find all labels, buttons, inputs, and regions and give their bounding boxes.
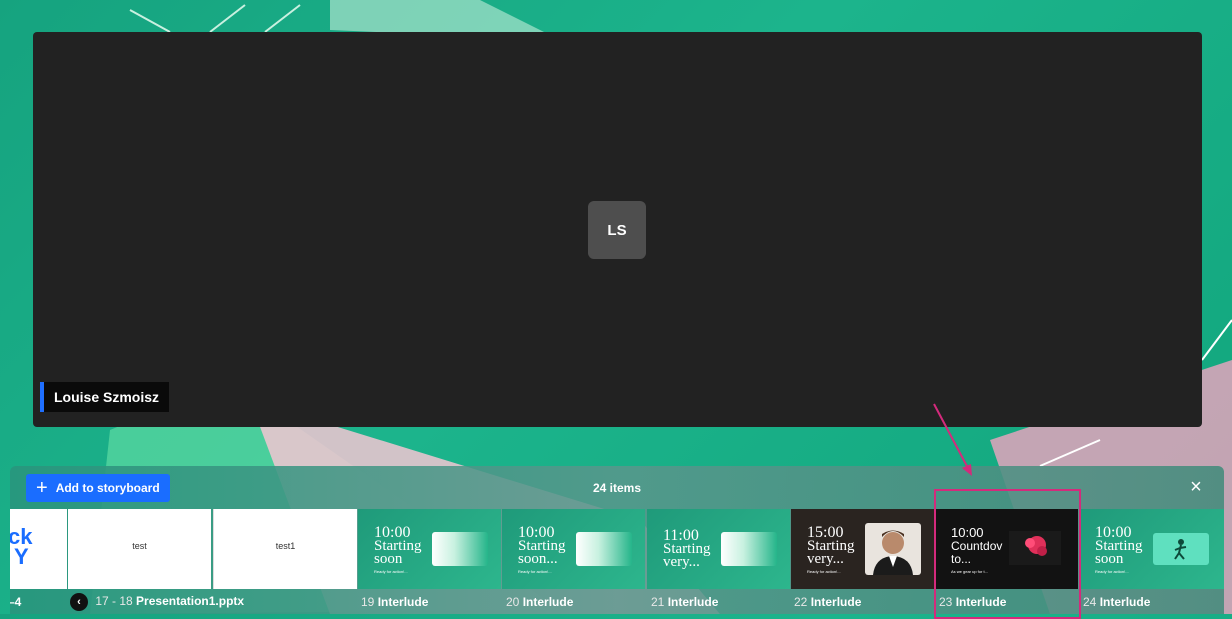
person-photo-icon bbox=[865, 523, 921, 575]
item-label-name: Presentation1.pptx bbox=[136, 594, 245, 609]
interlude-title-2: very... bbox=[807, 551, 844, 567]
thumbnail-interlude-23-countdown[interactable]: 10:00 Countdov to... As we gear up for t… bbox=[935, 509, 1078, 589]
item-label-name: Interlude bbox=[522, 595, 574, 609]
interlude-title-2: soon bbox=[1095, 551, 1124, 567]
item-label-number: 19 bbox=[361, 595, 375, 609]
interlude-title-2: to... bbox=[951, 552, 972, 566]
interlude-title-2: soon bbox=[374, 551, 403, 567]
item-label-number: 17 - 18 bbox=[95, 594, 133, 609]
item-label-22: 22 Interlude bbox=[794, 595, 861, 609]
storyboard-tray: + Add to storyboard 24 items × ck Y test… bbox=[10, 466, 1224, 614]
item-label-name: Interlude bbox=[810, 595, 862, 609]
interlude-sub: Ready for action!... bbox=[518, 569, 552, 574]
item-label-23: 23 Interlude bbox=[939, 595, 1006, 609]
logo-text-2: Y bbox=[14, 544, 29, 569]
participant-name-tag: Louise Szmoisz bbox=[40, 382, 170, 412]
item-label-24: 24 Interlude bbox=[1083, 595, 1150, 609]
item-label-name: Interlude bbox=[667, 595, 719, 609]
item-label-number: 21 bbox=[651, 595, 665, 609]
runner-icon bbox=[1153, 533, 1209, 565]
thumbnail-logo[interactable]: ck Y bbox=[10, 509, 67, 589]
interlude-title-2: soon... bbox=[518, 551, 558, 567]
items-count: 24 items bbox=[592, 481, 642, 495]
chevron-left-icon[interactable]: ‹ bbox=[70, 593, 88, 611]
item-label-name: Interlude bbox=[377, 595, 429, 609]
interlude-sub: Ready for action!... bbox=[374, 569, 408, 574]
preview-card bbox=[432, 532, 488, 566]
interlude-time: 10:00 bbox=[951, 525, 984, 540]
thumbnail-interlude-21[interactable]: 11:00 Starting very... bbox=[647, 509, 790, 589]
preview-card bbox=[721, 532, 777, 566]
item-label-presentation: ‹ 17 - 18 Presentation1.pptx bbox=[70, 593, 244, 611]
item-label-number: 22 bbox=[794, 595, 808, 609]
thumbnail-strip[interactable]: ck Y test test1 10:00 Starting soon Read… bbox=[10, 509, 1224, 614]
item-label-number: 20 bbox=[506, 595, 520, 609]
interlude-title-2: very... bbox=[663, 554, 700, 570]
thumbnail-slide-test1[interactable]: test1 bbox=[213, 509, 357, 589]
item-label-20: 20 Interlude bbox=[506, 595, 573, 609]
interlude-sub: As we gear up for t... bbox=[951, 569, 988, 574]
thumbnail-interlude-24[interactable]: 10:00 Starting soon Ready for action!... bbox=[1079, 509, 1224, 589]
flower-icon bbox=[1009, 531, 1061, 565]
preview-card bbox=[576, 532, 632, 566]
slide-text: test bbox=[132, 541, 147, 551]
item-label-number: 24 bbox=[1083, 595, 1097, 609]
item-label-name: Interlude bbox=[1099, 595, 1151, 609]
slide-text: test1 bbox=[275, 541, 296, 551]
close-icon[interactable]: × bbox=[1185, 476, 1207, 498]
participant-avatar: LS bbox=[588, 201, 646, 259]
item-label-19: 19 Interlude bbox=[361, 595, 428, 609]
item-label-number: 23 bbox=[939, 595, 953, 609]
interlude-sub: Ready for action!... bbox=[807, 569, 841, 574]
video-stage: LS Louise Szmoisz bbox=[33, 32, 1202, 427]
interlude-sub: Ready for action!... bbox=[1095, 569, 1129, 574]
item-label-name: –4 bbox=[10, 595, 22, 609]
thumbnail-interlude-20[interactable]: 10:00 Starting soon... Ready for action!… bbox=[502, 509, 645, 589]
item-label: –4 bbox=[10, 595, 21, 609]
interlude-title: Countdov bbox=[951, 539, 1003, 553]
thumbnail-slide-test[interactable]: test bbox=[68, 509, 211, 589]
thumbnail-interlude-22[interactable]: 15:00 Starting very... Ready for action!… bbox=[791, 509, 934, 589]
item-label-21: 21 Interlude bbox=[651, 595, 718, 609]
item-label-name: Interlude bbox=[955, 595, 1007, 609]
thumbnail-interlude-19[interactable]: 10:00 Starting soon Ready for action!... bbox=[358, 509, 501, 589]
